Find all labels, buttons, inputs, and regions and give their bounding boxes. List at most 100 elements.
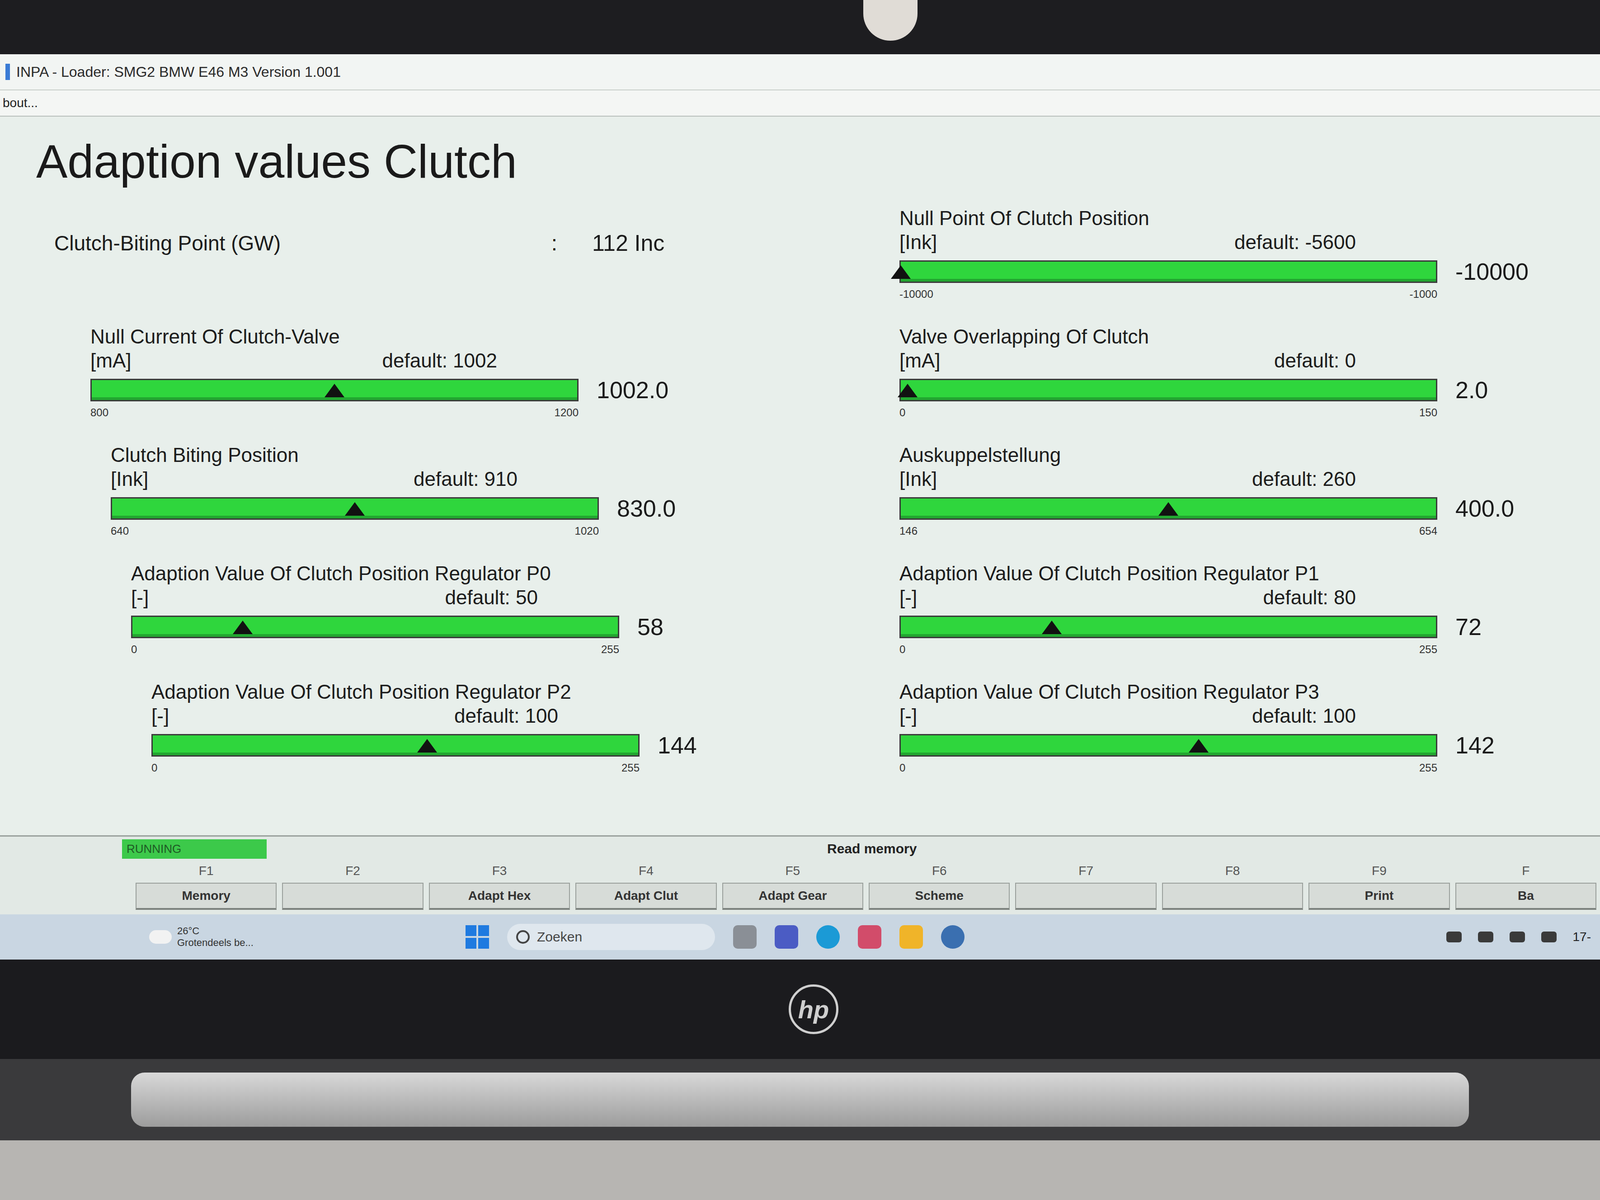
function-key: F4Adapt Clut bbox=[575, 863, 717, 910]
separator: : bbox=[551, 230, 593, 256]
function-key-button[interactable]: Adapt Gear bbox=[722, 882, 864, 910]
gauge-name: Auskuppelstellung bbox=[899, 443, 1546, 468]
gauge-min: -10000 bbox=[899, 287, 934, 301]
inpa-icon[interactable] bbox=[941, 925, 965, 949]
gauge-max: 150 bbox=[1419, 406, 1438, 419]
chevron-icon[interactable] bbox=[1446, 931, 1462, 943]
function-key: F6Scheme bbox=[868, 863, 1010, 910]
function-key-button[interactable]: Scheme bbox=[868, 882, 1010, 910]
status-bar: RUNNINGRead memory bbox=[0, 835, 1600, 862]
biting-point-value: 112 Inc bbox=[592, 230, 665, 257]
gauge: Null Point Of Clutch Position[Ink] defaul… bbox=[894, 206, 1546, 325]
function-key-button[interactable]: Ba bbox=[1455, 882, 1597, 910]
gauge-min: 0 bbox=[131, 643, 137, 656]
marker-icon bbox=[417, 738, 438, 753]
weather-text: Grotendeels be... bbox=[177, 936, 254, 949]
gauge-value: 830.0 bbox=[616, 494, 676, 523]
function-key: F3 Adapt Hex bbox=[428, 863, 570, 910]
volume-icon[interactable] bbox=[1509, 931, 1525, 943]
menu-item[interactable]: bout... bbox=[2, 95, 38, 111]
gauge-max: 255 bbox=[601, 643, 620, 656]
gauge: Adaption Value Of Clutch Position Regula… bbox=[49, 680, 895, 799]
gauge: Auskuppelstellung[Ink]default: 260400.01… bbox=[894, 443, 1546, 562]
onedrive-icon[interactable] bbox=[1477, 931, 1494, 943]
gauge-bar bbox=[899, 260, 1438, 283]
gauge-min: 0 bbox=[151, 761, 158, 775]
gauge-default: default: 1002 bbox=[382, 348, 498, 373]
gauge-value: -10000 bbox=[1455, 258, 1529, 286]
function-key-button[interactable] bbox=[1015, 882, 1157, 910]
gauge-max: 255 bbox=[1419, 643, 1438, 656]
gauge-bar bbox=[899, 734, 1438, 757]
marker-icon bbox=[1041, 620, 1062, 635]
function-key-button[interactable]: Adapt Clut bbox=[575, 882, 717, 910]
function-key-name: F1 bbox=[198, 863, 214, 879]
status-message: Read memory bbox=[827, 841, 917, 857]
gauge-value: 400.0 bbox=[1455, 494, 1515, 523]
function-key-button[interactable]: Memory bbox=[135, 882, 277, 910]
folder-icon[interactable] bbox=[899, 925, 923, 949]
teams-icon[interactable] bbox=[774, 925, 799, 949]
gauge-min: 640 bbox=[110, 524, 129, 538]
title-bar: INPA - Loader: SMG2 BMW E46 M3 Version 1… bbox=[0, 54, 1600, 91]
biting-point-row: Clutch-Biting Point (GW):112 Inc bbox=[49, 206, 895, 325]
function-key: F5 Adapt Gear bbox=[722, 863, 864, 910]
function-key-name: F7 bbox=[1078, 863, 1094, 879]
gauge-bar bbox=[899, 615, 1438, 639]
gauge-min: 0 bbox=[899, 406, 906, 419]
function-key: F2 bbox=[282, 863, 424, 910]
clock: 17- bbox=[1572, 929, 1591, 945]
gauge-default: default: 260 bbox=[1251, 467, 1356, 492]
gauge: Clutch Biting Position[Ink]default: 9108… bbox=[49, 443, 895, 562]
search-icon bbox=[516, 930, 530, 944]
function-key-name: F2 bbox=[345, 863, 361, 879]
search-placeholder: Zoeken bbox=[536, 929, 583, 945]
function-key: FBa bbox=[1455, 863, 1597, 910]
function-key-button[interactable]: Print bbox=[1308, 882, 1450, 910]
gauge-unit: [-] bbox=[899, 585, 918, 610]
gauge: Adaption Value Of Clutch Position Regula… bbox=[894, 561, 1546, 681]
windows-icon[interactable] bbox=[465, 925, 490, 949]
function-key-button[interactable]: Adapt Hex bbox=[428, 882, 570, 910]
function-key-name: F5 bbox=[785, 863, 800, 879]
weather-widget[interactable]: 26°CGrotendeels be... bbox=[149, 925, 466, 949]
gauge-unit: [-] bbox=[899, 704, 918, 729]
gauge-value: 144 bbox=[657, 731, 697, 759]
gauge-default: default: 100 bbox=[1251, 704, 1356, 729]
gauge-max: 1200 bbox=[554, 406, 579, 419]
marker-icon bbox=[897, 383, 918, 398]
gauge-name: Adaption Value Of Clutch Position Regula… bbox=[131, 561, 895, 586]
function-key: F9Print bbox=[1308, 863, 1450, 910]
function-key: F8 bbox=[1162, 863, 1304, 910]
function-key: F1 Memory bbox=[135, 863, 277, 910]
marker-icon bbox=[344, 502, 365, 516]
gauge-max: 1020 bbox=[574, 524, 599, 538]
gauge-max: 255 bbox=[1419, 761, 1438, 775]
app-icon bbox=[5, 63, 10, 80]
search-box[interactable]: Zoeken bbox=[507, 923, 716, 951]
function-keys: F1 Memory F2 F3 Adapt HexF4Adapt Clut F5 Adapt… bbox=[0, 861, 1600, 915]
gauge: Adaption Value Of Clutch Position Regula… bbox=[49, 561, 895, 681]
left-column: Clutch-Biting Point (GW):112 IncNull Cur… bbox=[36, 206, 895, 799]
gauge-bar bbox=[110, 497, 599, 520]
marker-icon bbox=[324, 383, 345, 398]
gauge-name: Valve Overlapping Of Clutch bbox=[899, 324, 1546, 349]
system-tray: 17- bbox=[1446, 929, 1591, 945]
taskbar: 26°CGrotendeels be... Zoeken 17- bbox=[0, 914, 1600, 960]
gauge-default: default: -5600 bbox=[1234, 230, 1356, 255]
edge-icon[interactable] bbox=[816, 925, 840, 949]
function-key-button[interactable] bbox=[1162, 882, 1304, 910]
gauge-unit: [Ink] bbox=[899, 230, 937, 255]
function-key-button[interactable] bbox=[282, 882, 424, 910]
right-column: Null Point Of Clutch Position[Ink] defaul… bbox=[894, 206, 1546, 799]
battery-icon[interactable] bbox=[1541, 931, 1557, 943]
gauge-name: Adaption Value Of Clutch Position Regula… bbox=[899, 680, 1546, 705]
menu-bar: bout... bbox=[0, 90, 1600, 117]
gauge-max: 255 bbox=[621, 761, 640, 775]
gauge-value: 2.0 bbox=[1455, 376, 1488, 404]
function-key-name: F3 bbox=[492, 863, 508, 879]
gauge-min: 146 bbox=[899, 524, 918, 538]
gauge-name: Null Point Of Clutch Position bbox=[899, 206, 1546, 231]
store-icon[interactable] bbox=[857, 925, 882, 949]
task-view-icon[interactable] bbox=[733, 925, 757, 949]
